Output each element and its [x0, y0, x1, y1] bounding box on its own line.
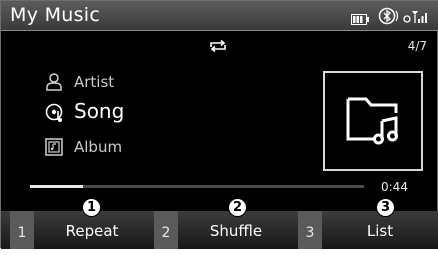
title-bar: My Music	[1, 1, 438, 31]
song-icon	[44, 101, 66, 127]
shuffle-button[interactable]: 2 Shuffle	[154, 211, 294, 249]
signal-icon	[403, 8, 427, 28]
battery-icon	[351, 10, 369, 29]
song-label: Song	[74, 99, 125, 123]
bluetooth-icon	[378, 7, 402, 29]
callout-marker-1: 1	[82, 198, 101, 217]
track-count: 4/7	[407, 39, 427, 53]
softkey-number: 1	[10, 211, 34, 249]
softkey-bar: 1 Repeat 2 Shuffle 3 List	[1, 211, 438, 249]
softkey-label: List	[366, 222, 394, 240]
status-icons	[351, 7, 429, 25]
repeat-icon	[208, 38, 228, 57]
repeat-button[interactable]: 1 Repeat	[10, 211, 150, 249]
album-icon	[44, 137, 64, 161]
progress-fill	[30, 185, 84, 188]
callout-marker-2: 2	[228, 198, 247, 217]
list-button[interactable]: 3 List	[298, 211, 438, 249]
album-art	[323, 71, 423, 171]
progress-bar[interactable]	[30, 185, 364, 188]
callout-marker-3: 3	[376, 198, 395, 217]
music-folder-icon	[346, 97, 398, 145]
app-title: My Music	[10, 4, 101, 26]
elapsed-time: 0:44	[381, 180, 408, 194]
album-label: Album	[74, 138, 123, 156]
artist-icon	[44, 72, 64, 96]
softkey-number: 3	[298, 211, 322, 249]
music-player-screen: My Music 4/7 Artist Song Album 0:44 1 Re…	[0, 0, 438, 249]
softkey-number: 2	[154, 211, 178, 249]
artist-label: Artist	[74, 73, 115, 91]
